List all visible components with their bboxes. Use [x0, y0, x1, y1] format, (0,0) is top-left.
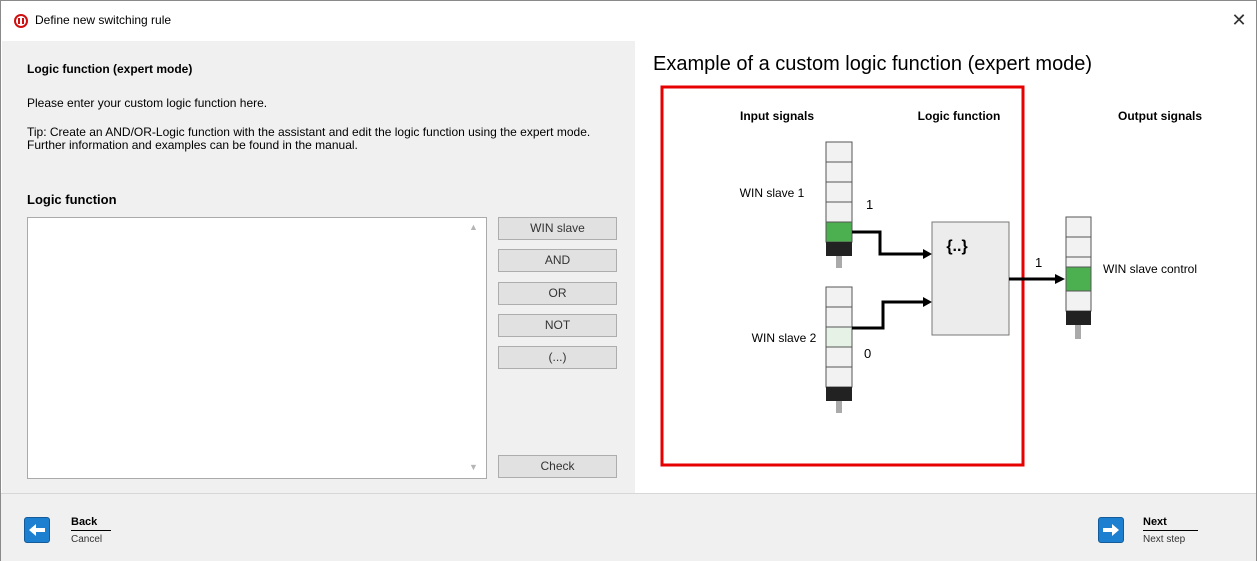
logic-function-input[interactable]: [27, 217, 487, 479]
slave-1-value: 1: [866, 197, 873, 212]
and-button[interactable]: AND: [498, 249, 617, 272]
footer-bar: Back Cancel Next Next step: [1, 493, 1256, 561]
tip-text: Tip: Create an AND/OR-Logic function wit…: [27, 125, 591, 152]
check-button[interactable]: Check: [498, 455, 617, 478]
next-divider: [1143, 530, 1198, 531]
output-green-segment: [1065, 266, 1092, 292]
logic-function-box: [931, 221, 1010, 336]
output-label: WIN slave control: [1103, 262, 1197, 276]
left-panel: Logic function (expert mode) Please ente…: [2, 41, 635, 493]
back-divider: [71, 530, 111, 531]
logic-function-header: Logic function: [918, 109, 1001, 123]
output-signals-header: Output signals: [1118, 109, 1202, 123]
window-title: Define new switching rule: [35, 13, 172, 27]
signal-tower-slave-1: [825, 141, 853, 268]
wire-slave-1: [852, 230, 923, 256]
back-label: Back: [71, 516, 98, 528]
example-title: Example of a custom logic function (expe…: [653, 53, 1093, 75]
wire-slave-2: [852, 300, 923, 330]
slave-2-green-segment: [825, 326, 853, 348]
title-bar: Define new switching rule ✕: [1, 1, 1256, 41]
win-slave-button[interactable]: WIN slave: [498, 217, 617, 240]
section-heading: Logic function (expert mode): [27, 62, 193, 76]
signal-tower-slave-2: [825, 286, 853, 413]
next-sublabel: Next step: [1143, 534, 1186, 545]
slave-1-green-segment: [825, 221, 853, 243]
signal-tower-output: [1065, 216, 1092, 339]
dialog-window: Define new switching rule ✕ Logic functi…: [0, 0, 1257, 561]
logic-box-label: {..}: [946, 238, 967, 255]
slave-2-value: 0: [864, 346, 871, 361]
next-button[interactable]: Next Next step: [1098, 515, 1208, 547]
logic-example-diagram: Input signals Logic function Output sign…: [660, 85, 1202, 467]
logic-function-heading: Logic function: [27, 192, 117, 207]
not-button[interactable]: NOT: [498, 314, 617, 337]
input-signals-header: Input signals: [740, 109, 814, 123]
right-panel: Example of a custom logic function (expe…: [635, 41, 1256, 493]
next-label: Next: [1143, 516, 1167, 528]
back-button[interactable]: Back Cancel: [24, 515, 119, 547]
back-arrow-icon: [24, 517, 50, 543]
parentheses-button[interactable]: (...): [498, 346, 617, 369]
close-icon[interactable]: ✕: [1228, 9, 1250, 31]
intro-text: Please enter your custom logic function …: [27, 96, 268, 110]
next-arrow-icon: [1098, 517, 1124, 543]
slave-1-label: WIN slave 1: [740, 186, 805, 200]
slave-2-label: WIN slave 2: [752, 331, 817, 345]
back-sublabel: Cancel: [71, 534, 103, 545]
or-button[interactable]: OR: [498, 282, 617, 305]
output-value: 1: [1035, 255, 1042, 270]
app-logo-icon: [14, 14, 28, 28]
